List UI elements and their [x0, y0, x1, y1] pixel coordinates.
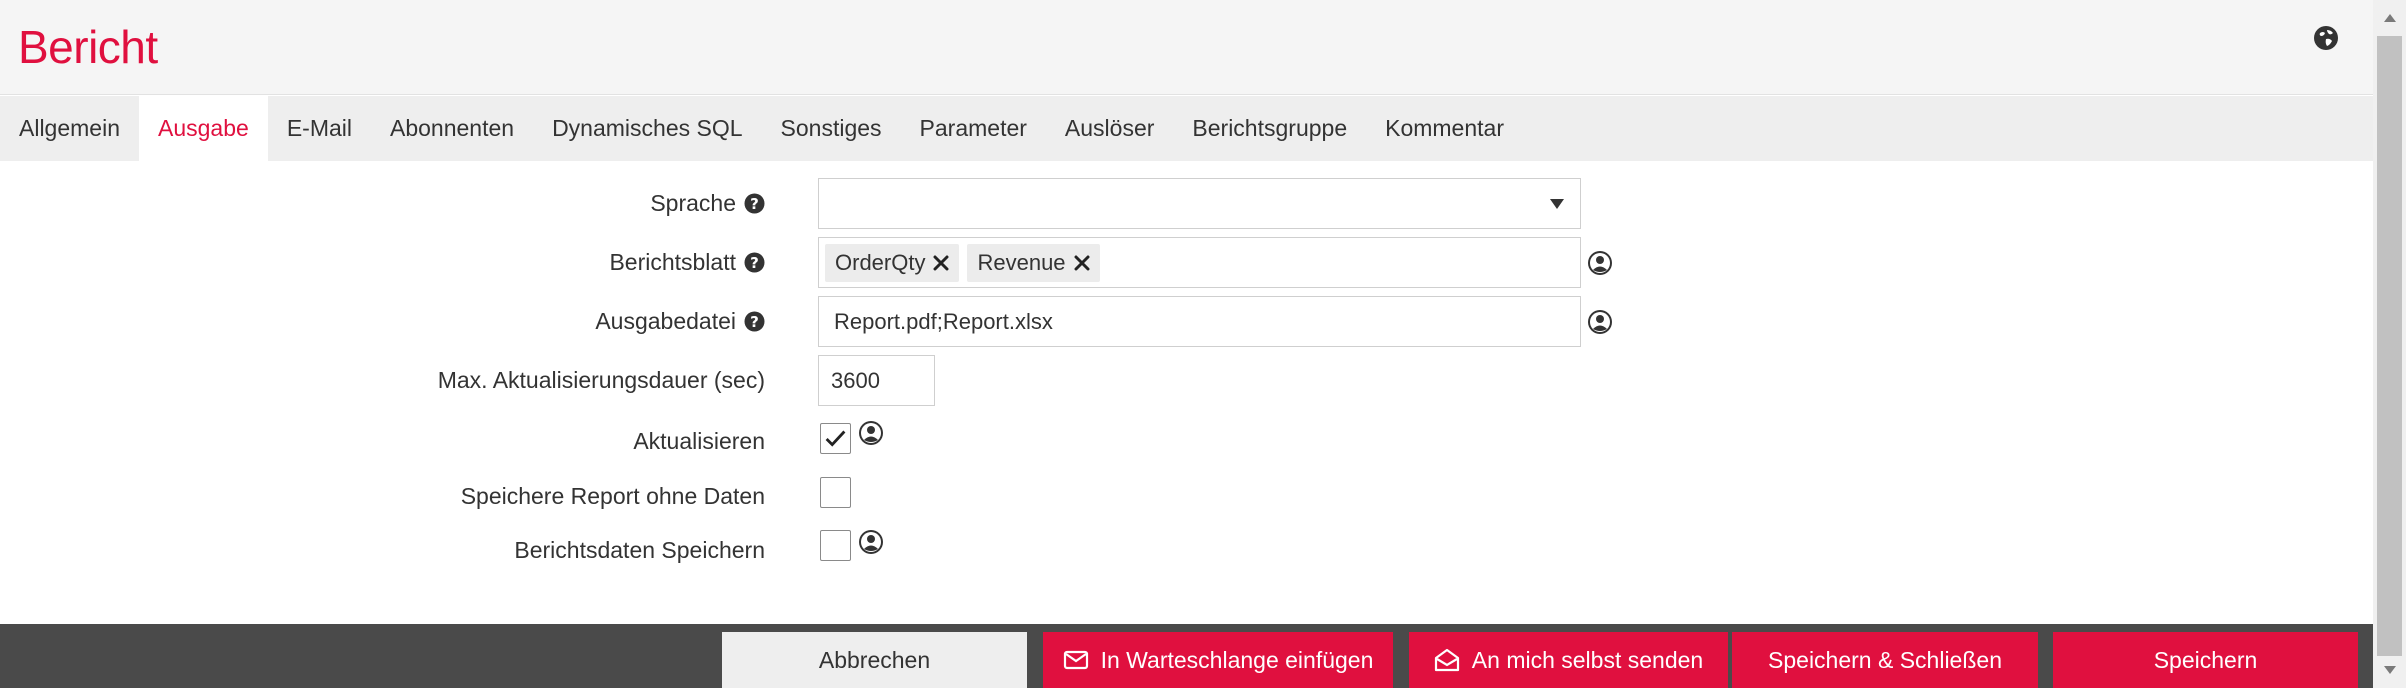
user-circle-icon[interactable] [1587, 250, 1613, 276]
daten-speichern-checkbox[interactable] [820, 530, 851, 561]
user-circle-icon[interactable] [858, 420, 884, 446]
tab-sonstiges[interactable]: Sonstiges [762, 96, 901, 161]
envelope-open-icon [1434, 648, 1459, 672]
tab-bar: Allgemein Ausgabe E-Mail Abonnenten Dyna… [0, 96, 2373, 161]
header: Bericht [0, 0, 2373, 95]
save-button[interactable]: Speichern [2053, 632, 2358, 688]
close-icon[interactable] [1074, 255, 1090, 271]
max-dauer-label: Max. Aktualisierungsdauer (sec) [437, 367, 765, 393]
send-self-button[interactable]: An mich selbst senden [1409, 632, 1728, 688]
max-dauer-row: Max. Aktualisierungsdauer (sec) 3600 [0, 355, 2373, 406]
ausgabedatei-input[interactable]: Report.pdf;Report.xlsx [818, 296, 1581, 347]
svg-text:?: ? [750, 313, 759, 331]
svg-text:?: ? [750, 254, 759, 272]
scroll-thumb[interactable] [2377, 36, 2402, 656]
scroll-down-arrow-icon[interactable] [2384, 666, 2396, 674]
aktualisieren-label: Aktualisieren [633, 428, 765, 454]
save-close-button[interactable]: Speichern & Schließen [1732, 632, 2038, 688]
tag-orderqty: OrderQty [825, 243, 960, 282]
tab-ausgabe[interactable]: Ausgabe [139, 96, 268, 161]
globe-icon[interactable] [2312, 24, 2340, 52]
sprache-label-text: Sprache [650, 190, 736, 216]
berichtsblatt-tag-input[interactable]: OrderQty Revenue [818, 237, 1581, 288]
sprache-select[interactable] [818, 178, 1581, 229]
aktualisieren-row: Aktualisieren [0, 420, 2373, 460]
scroll-up-arrow-icon[interactable] [2384, 14, 2396, 22]
tab-ausloeser[interactable]: Auslöser [1046, 96, 1173, 161]
help-icon[interactable]: ? [744, 252, 765, 273]
send-self-button-label: An mich selbst senden [1471, 646, 1704, 673]
tab-allgemein[interactable]: Allgemein [0, 96, 139, 161]
cancel-button[interactable]: Abbrechen [722, 632, 1027, 688]
tab-parameter[interactable]: Parameter [901, 96, 1046, 161]
aktualisieren-checkbox[interactable] [820, 423, 851, 454]
checkmark-icon [825, 430, 846, 447]
daten-speichern-label: Berichtsdaten Speichern [514, 537, 765, 563]
report-editor: Bericht Allgemein Ausgabe E-Mail Abonnen… [0, 0, 2406, 688]
ausgabedatei-label: Ausgabedatei ? [595, 308, 765, 335]
berichtsblatt-label-text: Berichtsblatt [609, 249, 736, 275]
tab-berichtsgruppe[interactable]: Berichtsgruppe [1173, 96, 1366, 161]
tag-label: Revenue [977, 249, 1066, 275]
user-circle-icon[interactable] [858, 529, 884, 555]
help-icon[interactable]: ? [744, 193, 765, 214]
max-dauer-input[interactable]: 3600 [818, 355, 935, 406]
vertical-scrollbar[interactable] [2373, 0, 2406, 688]
close-icon[interactable] [933, 255, 949, 271]
berichtsblatt-label: Berichtsblatt ? [609, 249, 765, 276]
ausgabedatei-label-text: Ausgabedatei [595, 308, 736, 334]
tab-e-mail[interactable]: E-Mail [268, 96, 371, 161]
tab-abonnenten[interactable]: Abonnenten [371, 96, 533, 161]
daten-speichern-row: Berichtsdaten Speichern [0, 529, 2373, 569]
ohne-daten-label: Speichere Report ohne Daten [460, 483, 765, 509]
queue-button[interactable]: In Warteschlange einfügen [1043, 632, 1393, 688]
ausgabedatei-row: Ausgabedatei ? Report.pdf;Report.xlsx [0, 296, 2373, 347]
user-circle-icon[interactable] [1587, 309, 1613, 335]
tab-dynamisches-sql[interactable]: Dynamisches SQL [533, 96, 761, 161]
sprache-label: Sprache ? [650, 190, 765, 217]
queue-button-label: In Warteschlange einfügen [1100, 646, 1374, 673]
sprache-row: Sprache ? [0, 178, 2373, 229]
berichtsblatt-row: Berichtsblatt ? OrderQty Revenue [0, 237, 2373, 288]
help-icon[interactable]: ? [744, 311, 765, 332]
svg-text:?: ? [750, 195, 759, 213]
ohne-daten-checkbox[interactable] [820, 477, 851, 508]
tag-label: OrderQty [835, 249, 926, 275]
page-title: Bericht [18, 21, 158, 73]
tab-kommentar[interactable]: Kommentar [1366, 96, 1523, 161]
mail-icon [1063, 650, 1088, 670]
ohne-daten-row: Speichere Report ohne Daten [0, 475, 2373, 515]
tag-revenue: Revenue [967, 243, 1100, 282]
chevron-down-icon [1550, 199, 1564, 209]
